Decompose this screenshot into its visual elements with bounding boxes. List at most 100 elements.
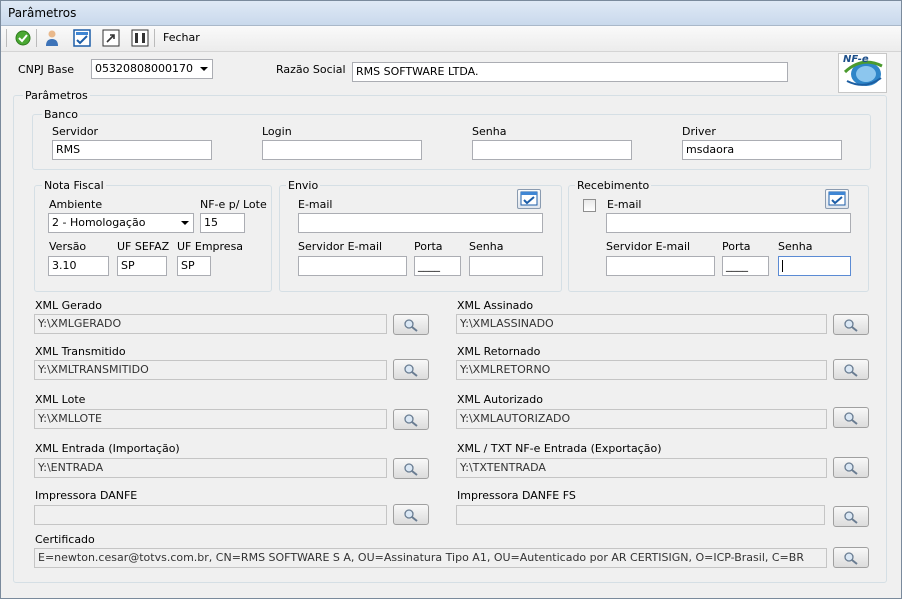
search-icon bbox=[844, 411, 858, 425]
nfe-logo-text: NF-e bbox=[843, 54, 869, 65]
banco-login-label: Login bbox=[262, 125, 292, 138]
search-icon bbox=[404, 318, 418, 332]
chevron-down-icon bbox=[181, 221, 189, 225]
recebimento-email-field[interactable] bbox=[606, 213, 851, 233]
xml-retornado-label: XML Retornado bbox=[457, 345, 541, 358]
search-icon bbox=[844, 551, 858, 565]
cnpj-select[interactable]: 05320808000170 bbox=[91, 59, 213, 79]
xml-autorizado-label: XML Autorizado bbox=[457, 393, 543, 406]
parametros-window: Parâmetros Fechar CNPJ Base 053208080001… bbox=[0, 0, 902, 599]
search-icon bbox=[844, 318, 858, 332]
checklist-icon[interactable] bbox=[73, 29, 91, 47]
envio-senha-field[interactable] bbox=[469, 256, 543, 276]
razao-social-field[interactable]: RMS SOFTWARE LTDA. bbox=[352, 62, 788, 82]
banco-servidor-label: Servidor bbox=[52, 125, 99, 138]
xml-retornado-field[interactable]: Y:\XMLRETORNO bbox=[456, 360, 827, 380]
banco-senha-field[interactable] bbox=[472, 140, 632, 160]
title-bar: Parâmetros bbox=[1, 1, 901, 26]
xml-txt-field[interactable]: Y:\TXTENTRADA bbox=[456, 458, 827, 478]
xml-txt-browse-button[interactable] bbox=[833, 457, 869, 478]
impressora-danfe-label: Impressora DANFE bbox=[35, 489, 138, 502]
envio-porta-label: Porta bbox=[414, 240, 443, 253]
envio-email-field[interactable] bbox=[298, 213, 543, 233]
xml-gerado-label: XML Gerado bbox=[35, 299, 102, 312]
nfe-logo: NF-e bbox=[838, 53, 887, 93]
impressora-danfe-fs-browse-button[interactable] bbox=[833, 506, 869, 527]
user-icon[interactable] bbox=[43, 29, 61, 47]
xml-autorizado-browse-button[interactable] bbox=[833, 407, 869, 428]
search-icon bbox=[404, 413, 418, 427]
xml-txt-label: XML / TXT NF-e Entrada (Exportação) bbox=[457, 442, 662, 455]
recebimento-servidor-label: Servidor E-mail bbox=[606, 240, 691, 253]
search-icon bbox=[404, 508, 418, 522]
banco-senha-label: Senha bbox=[472, 125, 507, 138]
envio-email-label: E-mail bbox=[298, 198, 333, 211]
versao-label: Versão bbox=[49, 240, 87, 253]
confirm-icon[interactable] bbox=[14, 29, 32, 47]
banco-driver-label: Driver bbox=[682, 125, 716, 138]
xml-assinado-field[interactable]: Y:\XMLASSINADO bbox=[456, 314, 827, 334]
ambiente-label: Ambiente bbox=[49, 198, 103, 211]
recebimento-porta-field[interactable]: ____ bbox=[722, 256, 769, 276]
envio-servidor-label: Servidor E-mail bbox=[298, 240, 383, 253]
recebimento-servidor-field[interactable] bbox=[606, 256, 715, 276]
xml-gerado-field[interactable]: Y:\XMLGERADO bbox=[34, 314, 387, 334]
banco-login-field[interactable] bbox=[262, 140, 422, 160]
xml-lote-label: XML Lote bbox=[35, 393, 86, 406]
close-button[interactable]: Fechar bbox=[163, 31, 200, 44]
toolbar-separator bbox=[154, 29, 155, 47]
xml-transmitido-browse-button[interactable] bbox=[393, 359, 429, 380]
impressora-danfe-fs-label: Impressora DANFE FS bbox=[457, 489, 576, 502]
recebimento-email-label: E-mail bbox=[607, 198, 642, 211]
nfe-lote-field[interactable]: 15 bbox=[200, 213, 245, 233]
uf-empresa-field[interactable]: SP bbox=[177, 256, 211, 276]
banco-servidor-field[interactable]: RMS bbox=[52, 140, 212, 160]
cnpj-value: 05320808000170 bbox=[95, 62, 193, 75]
banco-driver-field[interactable]: msdaora bbox=[682, 140, 842, 160]
xml-gerado-browse-button[interactable] bbox=[393, 314, 429, 335]
xml-lote-browse-button[interactable] bbox=[393, 409, 429, 430]
ambiente-select[interactable]: 2 - Homologação bbox=[48, 213, 194, 233]
parametros-group-title: Parâmetros bbox=[23, 89, 90, 102]
xml-autorizado-field[interactable]: Y:\XMLAUTORIZADO bbox=[456, 409, 827, 429]
impressora-danfe-browse-button[interactable] bbox=[393, 504, 429, 525]
recebimento-senha-label: Senha bbox=[778, 240, 813, 253]
impressora-danfe-field[interactable] bbox=[34, 505, 387, 525]
columns-icon[interactable] bbox=[131, 29, 149, 47]
window-title: Parâmetros bbox=[8, 6, 77, 20]
xml-retornado-browse-button[interactable] bbox=[833, 359, 869, 380]
xml-transmitido-field[interactable]: Y:\XMLTRANSMITIDO bbox=[34, 360, 387, 380]
toolbar-separator bbox=[36, 29, 37, 47]
cnpj-label: CNPJ Base bbox=[18, 63, 75, 76]
checklist-icon bbox=[520, 191, 538, 206]
envio-senha-label: Senha bbox=[469, 240, 504, 253]
recebimento-senha-field[interactable] bbox=[778, 256, 851, 276]
xml-entrada-field[interactable]: Y:\ENTRADA bbox=[34, 458, 387, 478]
versao-field[interactable]: 3.10 bbox=[48, 256, 109, 276]
nfe-lote-label: NF-e p/ Lote bbox=[200, 198, 267, 211]
certificado-browse-button[interactable] bbox=[833, 547, 869, 568]
xml-entrada-browse-button[interactable] bbox=[393, 458, 429, 479]
recebimento-group-title: Recebimento bbox=[575, 179, 652, 192]
impressora-danfe-fs-field[interactable] bbox=[456, 505, 825, 525]
xml-assinado-label: XML Assinado bbox=[457, 299, 534, 312]
toolbar-grip bbox=[6, 29, 7, 47]
uf-sefaz-label: UF SEFAZ bbox=[117, 240, 170, 253]
xml-transmitido-label: XML Transmitido bbox=[35, 345, 126, 358]
recebimento-enable-checkbox[interactable] bbox=[583, 199, 596, 212]
certificado-field[interactable]: E=newton.cesar@totvs.com.br, CN=RMS SOFT… bbox=[34, 548, 827, 568]
xml-lote-field[interactable]: Y:\XMLLOTE bbox=[34, 409, 387, 429]
export-icon[interactable] bbox=[102, 29, 120, 47]
xml-assinado-browse-button[interactable] bbox=[833, 314, 869, 335]
recebimento-porta-label: Porta bbox=[722, 240, 751, 253]
uf-sefaz-field[interactable]: SP bbox=[117, 256, 167, 276]
envio-porta-field[interactable]: ____ bbox=[414, 256, 461, 276]
envio-config-button[interactable] bbox=[517, 189, 541, 209]
envio-group-title: Envio bbox=[286, 179, 321, 192]
search-icon bbox=[844, 461, 858, 475]
envio-servidor-field[interactable] bbox=[298, 256, 407, 276]
recebimento-config-button[interactable] bbox=[825, 189, 849, 209]
search-icon bbox=[844, 510, 858, 524]
banco-group-title: Banco bbox=[42, 108, 81, 121]
xml-entrada-label: XML Entrada (Importação) bbox=[35, 442, 180, 455]
